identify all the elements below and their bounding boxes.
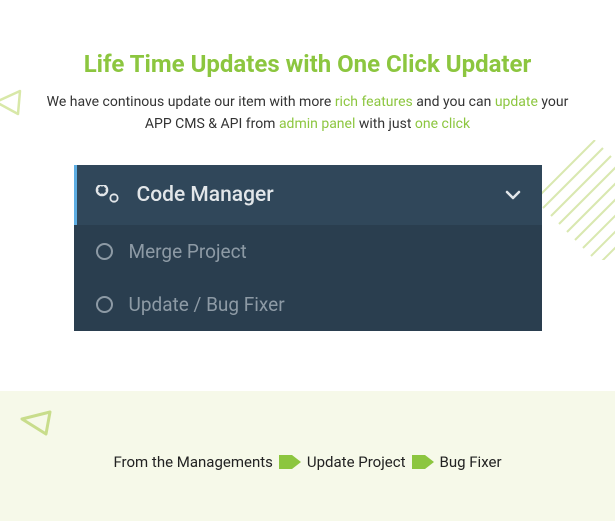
panel-title: Code Manager <box>137 183 504 207</box>
chevron-down-icon <box>504 186 522 204</box>
subtitle-seg: with just <box>355 116 415 132</box>
breadcrumb: From the Managements Update Project Bug … <box>0 453 615 471</box>
bottom-bar: From the Managements Update Project Bug … <box>0 391 615 521</box>
panel-header-code-manager[interactable]: Code Manager <box>74 165 542 225</box>
panel-item-merge-project[interactable]: Merge Project <box>74 225 542 278</box>
subtitle-highlight: admin panel <box>279 116 355 132</box>
radio-unchecked-icon <box>96 296 113 313</box>
breadcrumb-item: Bug Fixer <box>440 453 502 471</box>
decorative-triangle-outline <box>0 88 24 122</box>
panel-item-update-bug-fixer[interactable]: Update / Bug Fixer <box>74 278 542 331</box>
subtitle-highlight: rich features <box>335 94 413 110</box>
arrow-tag-icon <box>279 454 301 470</box>
subtitle-highlight: update <box>495 94 538 110</box>
page-subtitle: We have continous update our item with m… <box>0 92 615 165</box>
breadcrumb-item: Update Project <box>307 453 406 471</box>
page-title: Life Time Updates with One Click Updater <box>0 0 615 92</box>
decorative-diagonal-lines <box>535 140 615 264</box>
arrow-tag-icon <box>412 454 434 470</box>
code-manager-panel: Code Manager Merge Project Update / Bug … <box>74 165 542 331</box>
breadcrumb-item: From the Managements <box>113 453 272 471</box>
subtitle-seg: We have continous update our item with m… <box>47 94 335 110</box>
decorative-triangle-outline <box>18 409 52 441</box>
radio-unchecked-icon <box>96 243 113 260</box>
subtitle-seg: and you can <box>413 94 495 110</box>
panel-item-label: Update / Bug Fixer <box>129 293 285 316</box>
panel-item-label: Merge Project <box>129 240 247 263</box>
gears-icon <box>95 185 123 205</box>
subtitle-highlight: one click <box>415 116 470 132</box>
